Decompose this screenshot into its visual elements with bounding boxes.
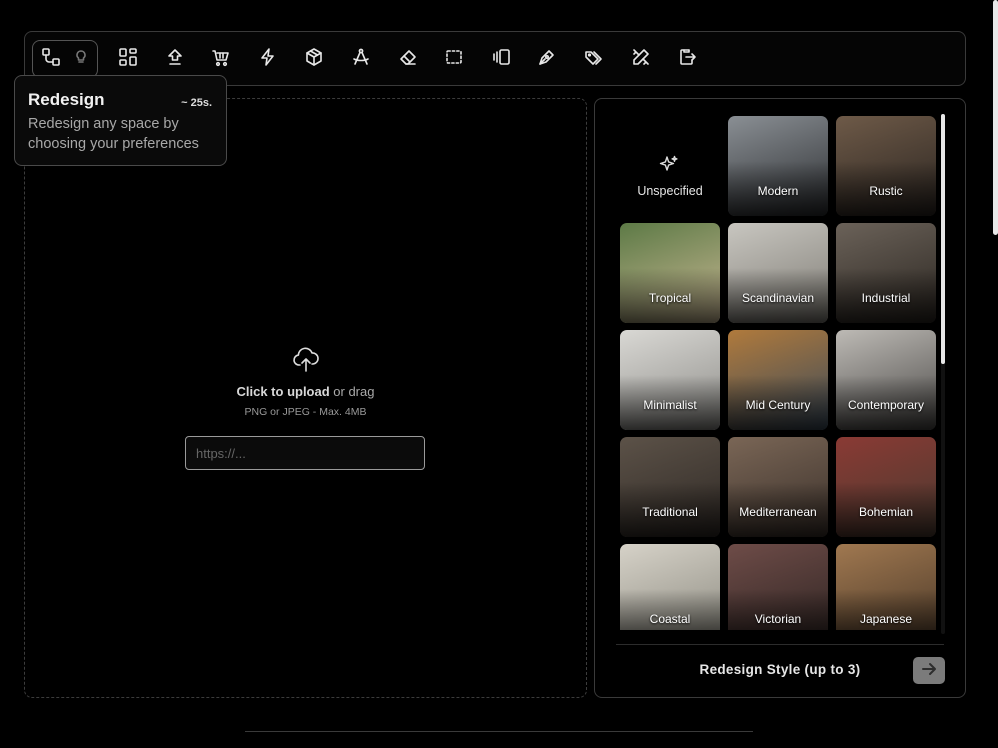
style-label: Coastal	[649, 612, 691, 626]
bottom-divider	[245, 731, 753, 732]
panels-button[interactable]	[483, 41, 519, 77]
style-grid-scrollbar[interactable]	[941, 114, 945, 634]
3d-button[interactable]	[296, 41, 332, 77]
eraser-button[interactable]	[390, 41, 426, 77]
thumbnail-shade	[728, 437, 828, 537]
panel-divider	[616, 644, 944, 645]
style-label: Mediterranean	[739, 505, 817, 519]
style-label: Rustic	[869, 184, 903, 198]
pen-icon	[537, 47, 557, 71]
next-button[interactable]	[913, 657, 945, 684]
style-panel: Unspecified Modern Rustic Tropical Scandinav…	[594, 98, 966, 698]
style-label: Minimalist	[643, 398, 697, 412]
thumbnail-shade	[728, 330, 828, 430]
style-tile-contemporary[interactable]: Contemporary	[836, 330, 936, 430]
style-label: Modern	[757, 184, 799, 198]
cube-icon	[304, 47, 324, 71]
style-grid: Unspecified Modern Rustic Tropical Scandinav…	[620, 116, 938, 630]
tooltip-time: ~ 25s.	[181, 97, 212, 109]
lightning-icon	[258, 47, 278, 71]
thumbnail-shade	[836, 223, 936, 323]
tags-icon	[584, 47, 604, 71]
style-tile-modern[interactable]: Modern	[728, 116, 828, 216]
redesign-tool-group[interactable]	[32, 39, 98, 78]
arrow-right-icon	[921, 661, 937, 681]
thumbnail-shade	[620, 330, 720, 430]
eraser-icon	[398, 47, 418, 71]
thumbnail-shade	[620, 437, 720, 537]
style-tile-victorian[interactable]: Victorian	[728, 544, 828, 630]
style-label: Victorian	[754, 612, 802, 626]
thumbnail-shade	[836, 437, 936, 537]
thumbnail-shade	[620, 223, 720, 323]
lightbulb-icon[interactable]	[73, 49, 89, 69]
image-url-input[interactable]	[185, 436, 425, 470]
export-button[interactable]	[669, 41, 705, 77]
style-label: Tropical	[648, 291, 692, 305]
style-tile-rustic[interactable]: Rustic	[836, 116, 936, 216]
thumbnail-shade	[836, 116, 936, 216]
scrollbar-thumb[interactable]	[941, 114, 945, 364]
redesign-tooltip: Redesign ~ 25s. Redesign any space by ch…	[14, 75, 227, 166]
upload-dropzone[interactable]: Click to upload or drag PNG or JPEG - Ma…	[24, 98, 587, 698]
style-tile-industrial[interactable]: Industrial	[836, 223, 936, 323]
pen-button[interactable]	[529, 41, 565, 77]
thumbnail-shade	[728, 223, 828, 323]
style-tile-coastal[interactable]: Coastal	[620, 544, 720, 630]
furnish-cart-icon	[211, 47, 231, 71]
compass-icon	[351, 47, 371, 71]
upload-text: Click to upload or drag	[25, 384, 586, 399]
thumbnail-shade	[728, 116, 828, 216]
sketch-button[interactable]	[343, 41, 379, 77]
export-icon	[677, 47, 697, 71]
style-tile-bohemian[interactable]: Bohemian	[836, 437, 936, 537]
design-tools-button[interactable]	[623, 41, 659, 77]
redesign-style-label: Redesign Style (up to 3)	[699, 662, 861, 677]
style-label: Contemporary	[847, 398, 925, 412]
style-tile-japanese[interactable]: Japanese	[836, 544, 936, 630]
style-tile-mid-century[interactable]: Mid Century	[728, 330, 828, 430]
style-tile-unspecified[interactable]: Unspecified	[620, 116, 720, 216]
style-label: Scandinavian	[741, 291, 815, 305]
select-area-icon	[444, 47, 464, 71]
style-label: Industrial	[861, 291, 911, 305]
select-area-button[interactable]	[436, 41, 472, 77]
sparkle-icon	[658, 154, 680, 180]
upload-prompt[interactable]: Click to upload or drag PNG or JPEG - Ma…	[25, 344, 586, 418]
layout-grid-button[interactable]	[110, 41, 146, 77]
upload-action[interactable]: Click to upload	[237, 384, 330, 399]
upload-or-drag: or drag	[329, 384, 375, 399]
design-tools-icon	[631, 47, 651, 71]
panels-icon	[491, 47, 511, 71]
upload-hint: PNG or JPEG - Max. 4MB	[244, 406, 367, 418]
style-label: Traditional	[642, 505, 698, 519]
style-tile-traditional[interactable]: Traditional	[620, 437, 720, 537]
style-label: Japanese	[859, 612, 913, 626]
tags-button[interactable]	[576, 41, 612, 77]
style-tile-minimalist[interactable]: Minimalist	[620, 330, 720, 430]
page-scrollbar[interactable]	[993, 0, 998, 235]
style-label: Bohemian	[858, 505, 914, 519]
style-tile-tropical[interactable]: Tropical	[620, 223, 720, 323]
furnish-button[interactable]	[203, 41, 239, 77]
style-tile-scandinavian[interactable]: Scandinavian	[728, 223, 828, 323]
upscale-button[interactable]	[157, 41, 193, 77]
enhance-button[interactable]	[250, 41, 286, 77]
redesign-icon[interactable]	[41, 47, 61, 71]
style-label: Unspecified	[637, 184, 703, 198]
layout-grid-icon	[118, 47, 138, 71]
style-tile-mediterranean[interactable]: Mediterranean	[728, 437, 828, 537]
style-label: Mid Century	[745, 398, 811, 412]
thumbnail-shade	[836, 330, 936, 430]
cloud-upload-icon	[291, 347, 321, 378]
tooltip-description: Redesign any space by choosing your pref…	[28, 116, 199, 152]
upscale-icon	[165, 47, 185, 71]
